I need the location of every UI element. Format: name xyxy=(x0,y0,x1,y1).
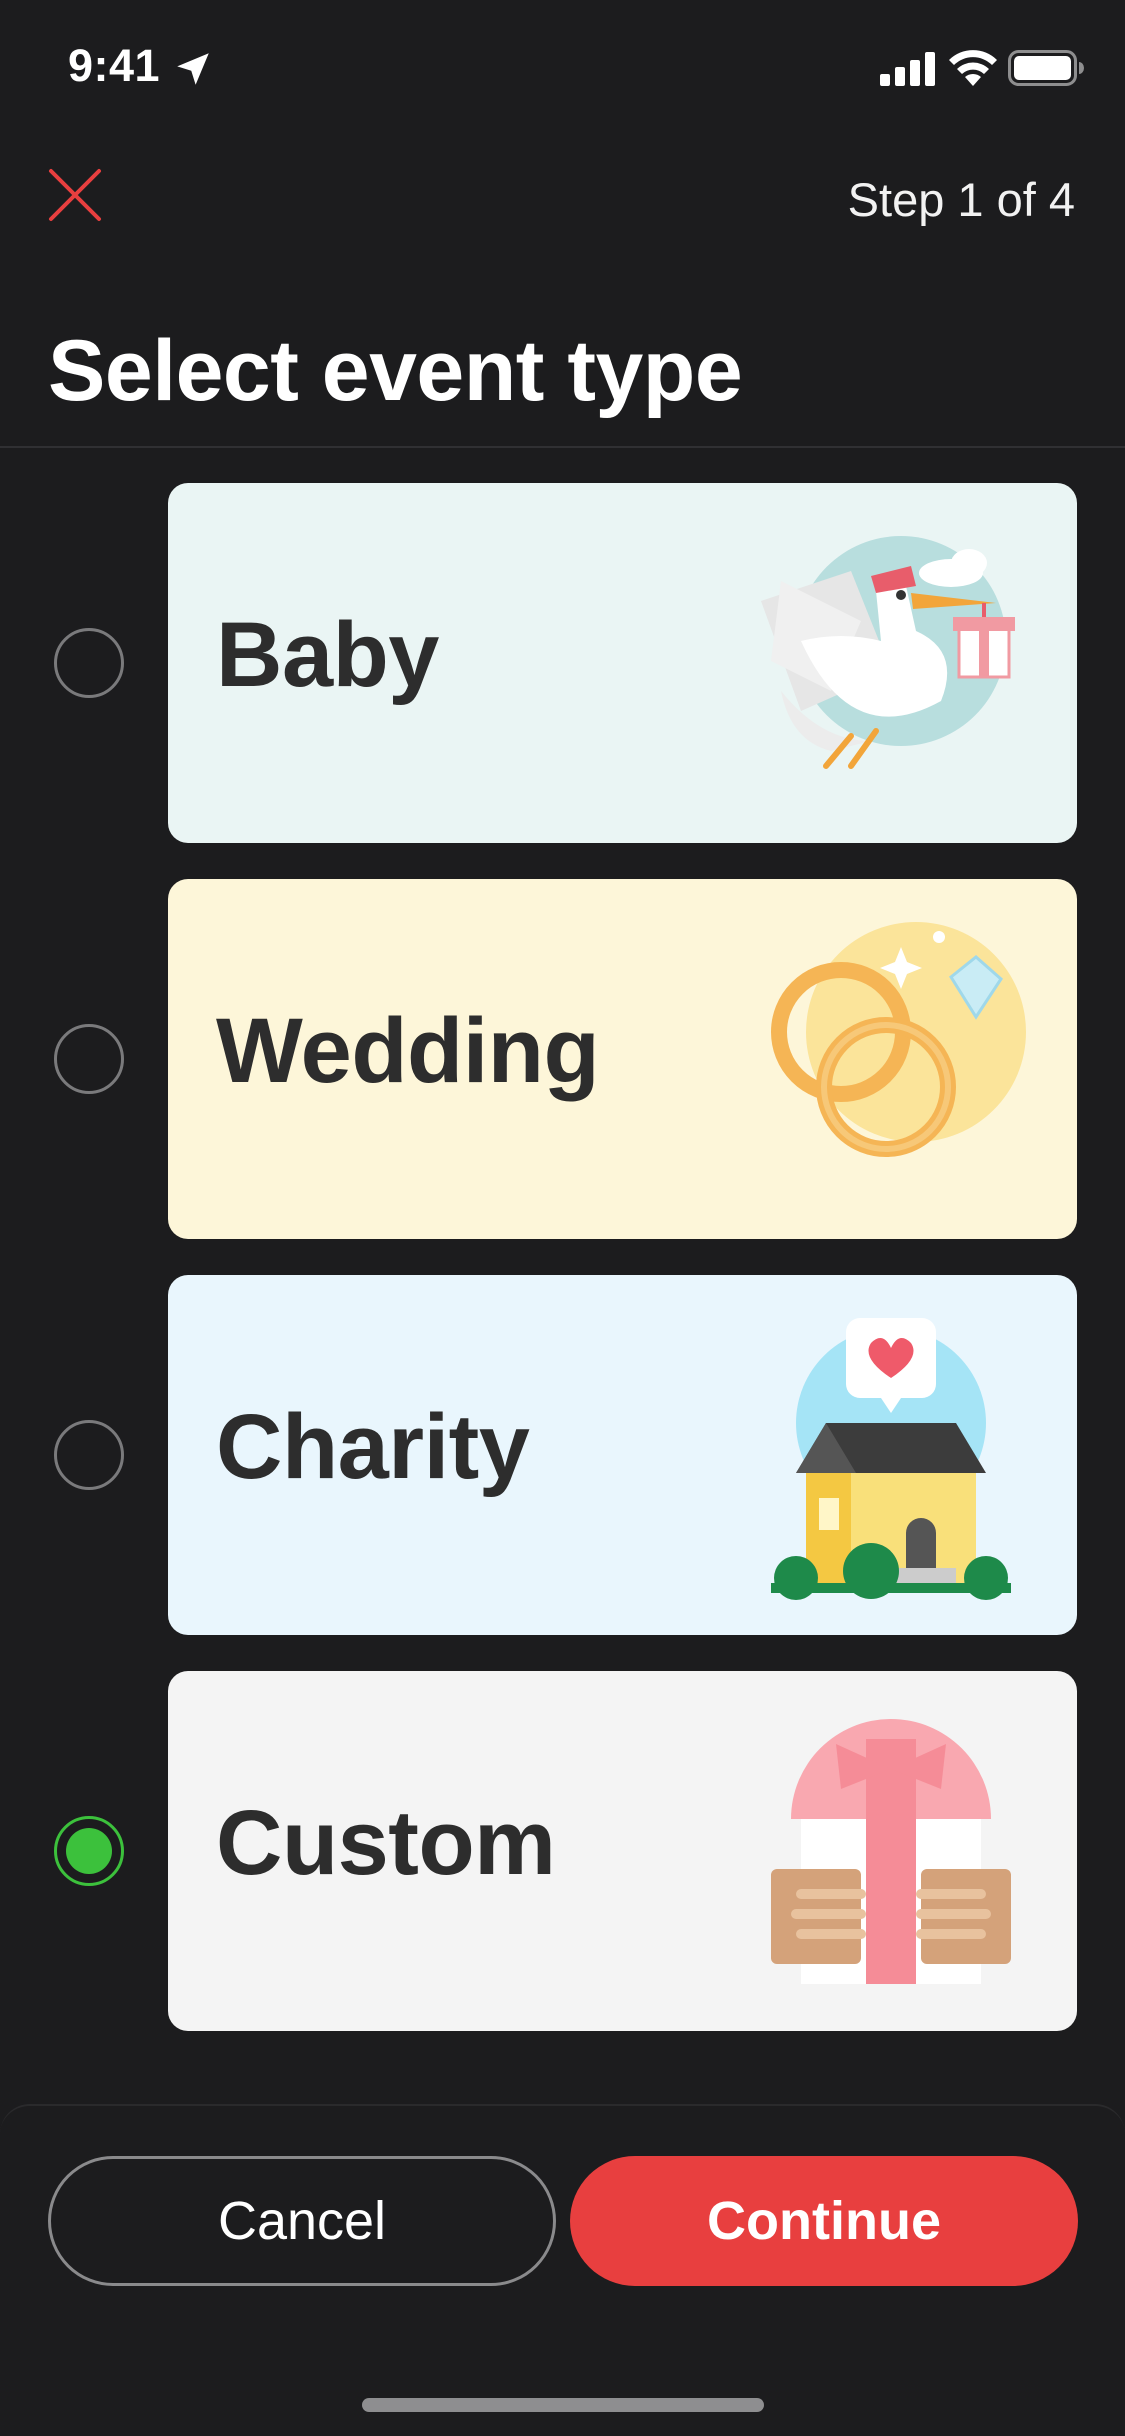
continue-button[interactable]: Continue xyxy=(570,2156,1078,2286)
radio-charity[interactable] xyxy=(54,1420,124,1490)
event-option-wedding[interactable]: Wedding xyxy=(0,879,1125,1239)
event-option-charity[interactable]: Charity xyxy=(0,1275,1125,1635)
radio-wedding[interactable] xyxy=(54,1024,124,1094)
radio-baby[interactable] xyxy=(54,628,124,698)
event-card-baby[interactable]: Baby xyxy=(168,483,1077,843)
status-bar: 9:41 xyxy=(0,0,1125,135)
cellular-signal-icon xyxy=(880,52,935,86)
event-label-charity: Charity xyxy=(216,1396,530,1498)
event-option-baby[interactable]: Baby xyxy=(0,483,1125,843)
battery-icon xyxy=(1008,50,1084,86)
event-label-baby: Baby xyxy=(216,604,439,706)
wifi-icon xyxy=(949,50,997,86)
header-divider xyxy=(0,446,1125,448)
location-arrow-icon xyxy=(177,53,209,85)
screen: 9:41 Step 1 of 4 Select event type Baby … xyxy=(0,0,1125,2436)
stork-icon xyxy=(761,536,1015,769)
event-card-charity[interactable]: Charity xyxy=(168,1275,1077,1635)
charity-house-icon xyxy=(771,1318,1011,1600)
close-button[interactable] xyxy=(40,160,110,230)
home-indicator[interactable] xyxy=(362,2398,764,2412)
event-label-wedding: Wedding xyxy=(216,1000,600,1102)
close-icon xyxy=(49,169,101,221)
event-label-custom: Custom xyxy=(216,1792,556,1894)
wedding-rings-icon xyxy=(771,922,1026,1157)
status-time: 9:41 xyxy=(68,40,161,91)
radio-custom[interactable] xyxy=(54,1816,124,1886)
event-option-custom[interactable]: Custom xyxy=(0,1671,1125,2031)
page-title: Select event type xyxy=(48,323,743,419)
event-card-wedding[interactable]: Wedding xyxy=(168,879,1077,1239)
gift-box-icon xyxy=(771,1719,1011,1984)
event-card-custom[interactable]: Custom xyxy=(168,1671,1077,2031)
step-indicator: Step 1 of 4 xyxy=(847,173,1075,226)
cancel-button[interactable]: Cancel xyxy=(48,2156,556,2286)
